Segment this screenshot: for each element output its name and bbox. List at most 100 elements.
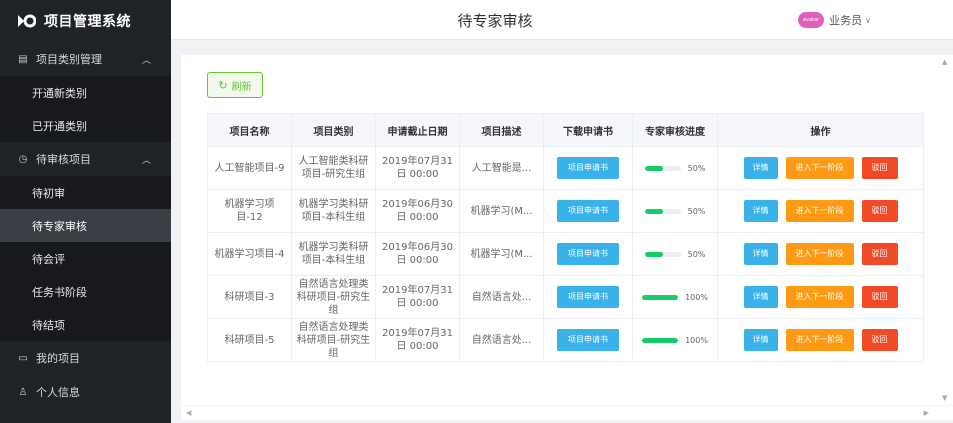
- next-stage-button[interactable]: 进入下一阶段: [785, 200, 854, 222]
- column-header: 专家审核进度: [632, 113, 718, 147]
- download-application-button[interactable]: 项目申请书: [557, 329, 619, 351]
- project-name-cell: 人工智能项目-9: [207, 146, 292, 190]
- detail-button[interactable]: 详情: [743, 329, 778, 351]
- folder-icon: ▭: [18, 352, 28, 364]
- app-logo[interactable]: 项目管理系统: [0, 0, 171, 42]
- user-menu[interactable]: avatar 业务员 ∨: [798, 12, 871, 28]
- reject-button[interactable]: 驳回: [861, 329, 898, 351]
- column-header: 项目名称: [207, 113, 292, 147]
- deadline-cell: 2019年06月30日 00:00: [375, 189, 460, 233]
- next-stage-button[interactable]: 进入下一阶段: [785, 157, 854, 179]
- menu-group-pending[interactable]: ◷ 待审核项目 ︿: [0, 142, 171, 176]
- reject-button[interactable]: 驳回: [861, 286, 898, 308]
- sidebar-item-closing[interactable]: 待结项: [0, 308, 171, 341]
- detail-button[interactable]: 详情: [743, 286, 778, 308]
- description-cell: 人工智能是...: [459, 146, 544, 190]
- sidebar-item-label: 任务书阶段: [32, 285, 87, 299]
- actions-cell: 详情 进入下一阶段 驳回: [717, 146, 924, 190]
- download-application-button[interactable]: 项目申请书: [557, 200, 619, 222]
- progress-label: 50%: [687, 206, 706, 216]
- description-cell: 自然语言处...: [459, 318, 544, 362]
- detail-button[interactable]: 详情: [743, 157, 778, 179]
- reject-button[interactable]: 驳回: [861, 157, 898, 179]
- progress-label: 100%: [685, 292, 708, 302]
- download-application-button[interactable]: 项目申请书: [557, 286, 619, 308]
- table-row: 人工智能项目-9 人工智能类科研项目-研究生组 2019年07月31日 00:00 人…: [207, 146, 924, 190]
- detail-button[interactable]: 详情: [743, 243, 778, 265]
- sidebar-item-initial-review[interactable]: 待初审: [0, 176, 171, 209]
- progress-label: 50%: [687, 249, 706, 259]
- description-cell: 机器学习(M...: [459, 189, 544, 233]
- progress-cell: 100%: [632, 318, 718, 362]
- next-stage-button[interactable]: 进入下一阶段: [785, 329, 854, 351]
- horizontal-scrollbar[interactable]: ◀ ▶: [181, 406, 953, 420]
- menu-group-category[interactable]: ▤ 项目类别管理 ︿: [0, 42, 171, 76]
- table-header-row: 项目名称 项目类别 申请截止日期 项目描述 下载申请书 专家审核进度 操作: [207, 113, 924, 147]
- project-category-cell: 人工智能类科研项目-研究生组: [291, 146, 376, 190]
- download-application-button[interactable]: 项目申请书: [557, 243, 619, 265]
- scroll-right-icon[interactable]: ▶: [924, 409, 929, 417]
- detail-button[interactable]: 详情: [743, 200, 778, 222]
- progress-bar: [644, 165, 681, 171]
- chevron-up-icon: ︿: [141, 56, 151, 66]
- column-header: 申请截止日期: [375, 113, 460, 147]
- sidebar-item-meeting-review[interactable]: 待会评: [0, 242, 171, 275]
- chevron-down-icon: ∨: [865, 15, 871, 25]
- refresh-button[interactable]: ↻ 刷新: [207, 72, 263, 98]
- actions-cell: 详情 进入下一阶段 驳回: [717, 275, 924, 319]
- page-title: 待专家审核: [457, 12, 533, 30]
- download-cell: 项目申请书: [543, 189, 633, 233]
- next-stage-button[interactable]: 进入下一阶段: [785, 286, 854, 308]
- progress-label: 100%: [685, 335, 708, 345]
- progress-label: 50%: [687, 163, 706, 173]
- review-progress: 50%: [644, 162, 706, 175]
- table-row: 科研项目-3 自然语言处理类科研项目-研究生组 2019年07月31日 00:00 自…: [207, 275, 924, 319]
- list-icon: ▤: [18, 53, 28, 65]
- content-card: ↻ 刷新 项目名称 项目类别 申请截止日期 项目描述 下载申请书 专家审核进度 …: [181, 55, 937, 405]
- chevron-up-icon: ︿: [141, 156, 151, 166]
- refresh-icon: ↻: [218, 78, 228, 92]
- sidebar-item-label: 开通新类别: [32, 86, 87, 100]
- progress-bar-fill: [644, 251, 663, 257]
- project-category-cell: 自然语言处理类科研项目-研究生组: [291, 318, 376, 362]
- download-application-button[interactable]: 项目申请书: [557, 157, 619, 179]
- sidebar: 项目管理系统 ▤ 项目类别管理 ︿ 开通新类别 已开通类别 ◷ 待审核项目 ︿ …: [0, 0, 171, 423]
- progress-cell: 50%: [632, 232, 718, 276]
- download-cell: 项目申请书: [543, 318, 633, 362]
- progress-bar-fill: [642, 337, 679, 343]
- reject-button[interactable]: 驳回: [861, 243, 898, 265]
- scroll-left-icon[interactable]: ◀: [186, 409, 191, 417]
- column-header: 项目描述: [459, 113, 544, 147]
- scroll-down-icon[interactable]: ▼: [942, 394, 947, 402]
- sidebar-item-task-stage[interactable]: 任务书阶段: [0, 275, 171, 308]
- menu-group-my-projects[interactable]: ▭ 我的项目: [0, 341, 171, 375]
- project-category-cell: 机器学习类科研项目-本科生组: [291, 232, 376, 276]
- reject-button[interactable]: 驳回: [861, 200, 898, 222]
- sidebar-item-label: 已开通类别: [32, 119, 87, 133]
- table-row: 机器学习项目-12 机器学习类科研项目-本科生组 2019年06月30日 00:00…: [207, 189, 924, 233]
- actions-cell: 详情 进入下一阶段 驳回: [717, 318, 924, 362]
- deadline-cell: 2019年07月31日 00:00: [375, 275, 460, 319]
- sidebar-item-label: 待会评: [32, 252, 65, 266]
- download-cell: 项目申请书: [543, 275, 633, 319]
- sidebar-item-expert-review[interactable]: 待专家审核: [0, 209, 171, 242]
- deadline-cell: 2019年07月31日 00:00: [375, 318, 460, 362]
- progress-bar-fill: [642, 294, 679, 300]
- sidebar-item-new-category[interactable]: 开通新类别: [0, 76, 171, 109]
- project-name-cell: 科研项目-3: [207, 275, 292, 319]
- sidebar-item-label: 待专家审核: [32, 219, 87, 233]
- next-stage-button[interactable]: 进入下一阶段: [785, 243, 854, 265]
- project-name-cell: 科研项目-5: [207, 318, 292, 362]
- sidebar-item-label: 待初审: [32, 186, 65, 200]
- refresh-label: 刷新: [231, 81, 252, 93]
- download-cell: 项目申请书: [543, 146, 633, 190]
- menu-group-profile[interactable]: ♙ 个人信息: [0, 375, 171, 409]
- progress-cell: 50%: [632, 146, 718, 190]
- progress-cell: 100%: [632, 275, 718, 319]
- vertical-scrollbar[interactable]: ▲ ▼: [937, 55, 953, 405]
- progress-bar: [644, 208, 681, 214]
- scroll-up-icon[interactable]: ▲: [942, 58, 947, 66]
- sidebar-item-opened-category[interactable]: 已开通类别: [0, 109, 171, 142]
- menu-group-label: 个人信息: [36, 386, 80, 399]
- column-header: 操作: [717, 113, 924, 147]
